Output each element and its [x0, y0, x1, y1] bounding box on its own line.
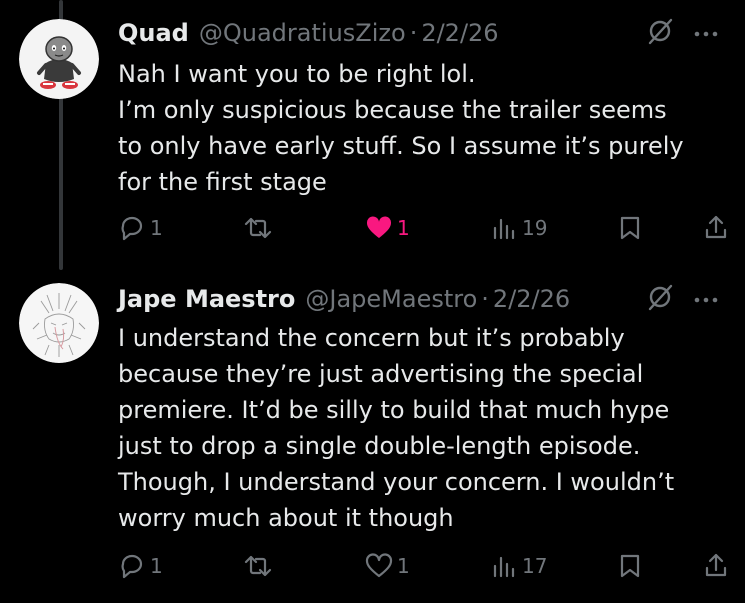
reply-button[interactable]: 1 — [118, 548, 163, 584]
bookmark-button[interactable] — [618, 548, 642, 584]
like-count: 1 — [397, 216, 410, 240]
reply-thread: Quad @QuadratiusZizo · 2/2/26 Nah I want… — [0, 0, 745, 603]
share-button[interactable] — [703, 210, 729, 246]
like-button[interactable]: 1 — [365, 548, 410, 584]
author-name[interactable]: Jape Maestro — [118, 279, 295, 319]
cartoon-character-avatar-icon — [19, 19, 99, 99]
post-text-line: premiere. It’d be silly to build that mu… — [118, 396, 670, 424]
post-text-line: Though, I understand your concern. I wou… — [118, 468, 675, 496]
post-action-bar: 1 1 19 — [118, 210, 733, 246]
post-text-line: for the first stage — [118, 168, 327, 196]
post-text-line: worry much about it though — [118, 504, 454, 532]
share-icon — [705, 553, 727, 577]
post-date[interactable]: 2/2/26 — [421, 13, 498, 53]
share-icon — [705, 215, 727, 239]
view-count: 19 — [522, 216, 548, 240]
share-button[interactable] — [703, 548, 729, 584]
bookmark-button[interactable] — [618, 210, 642, 246]
post-text-line: I understand the concern but it’s probab… — [118, 324, 625, 352]
like-count: 1 — [397, 554, 410, 578]
author-handle[interactable]: @QuadratiusZizo — [199, 13, 406, 53]
reply-icon — [121, 554, 143, 579]
reply-count: 1 — [150, 554, 163, 578]
bookmark-icon — [620, 554, 640, 578]
post-header-actions — [645, 279, 719, 319]
reply-icon — [121, 216, 143, 241]
post-action-bar: 1 1 17 — [118, 548, 733, 584]
more-icon[interactable] — [693, 290, 719, 309]
author-handle[interactable]: @JapeMaestro — [305, 279, 477, 319]
repost-button[interactable] — [243, 548, 277, 584]
post-text: Nah I want you to be right lol. I’m only… — [118, 56, 728, 200]
views-button[interactable]: 17 — [492, 548, 547, 584]
grok-icon[interactable] — [645, 282, 675, 316]
author-name[interactable]: Quad — [118, 13, 189, 53]
separator-dot: · — [481, 285, 489, 313]
views-icon — [493, 218, 515, 240]
post-text: I understand the concern but it’s probab… — [118, 320, 728, 536]
repost-button[interactable] — [243, 210, 277, 246]
view-count: 17 — [522, 554, 548, 578]
like-button[interactable]: 1 — [365, 210, 410, 246]
post-header: Jape Maestro @JapeMaestro · 2/2/26 — [118, 279, 570, 319]
repost-icon — [244, 217, 272, 239]
post-date[interactable]: 2/2/26 — [493, 279, 570, 319]
separator-dot: · — [409, 19, 418, 47]
like-icon — [365, 553, 393, 578]
sketch-drawing-avatar-icon — [19, 283, 99, 363]
grok-icon[interactable] — [645, 16, 675, 50]
post-header-actions — [645, 13, 719, 53]
reply-button[interactable]: 1 — [118, 210, 163, 246]
post-text-line: just to drop a single double-length epis… — [118, 432, 641, 460]
avatar[interactable] — [19, 283, 99, 363]
post-text-line: to only have early stuff. So I assume it… — [118, 132, 684, 160]
views-button[interactable]: 19 — [492, 210, 547, 246]
like-icon — [366, 216, 392, 238]
post-text-line: Nah I want you to be right lol. — [118, 60, 476, 88]
post-text-line: I’m only suspicious because the trailer … — [118, 96, 667, 124]
post-text-line: because they’re just advertising the spe… — [118, 360, 644, 388]
avatar[interactable] — [19, 19, 99, 99]
views-icon — [493, 556, 515, 578]
repost-icon — [244, 555, 272, 577]
post-header: Quad @QuadratiusZizo · 2/2/26 — [118, 13, 499, 53]
reply-count: 1 — [150, 216, 163, 240]
bookmark-icon — [620, 216, 640, 240]
more-icon[interactable] — [693, 24, 719, 43]
